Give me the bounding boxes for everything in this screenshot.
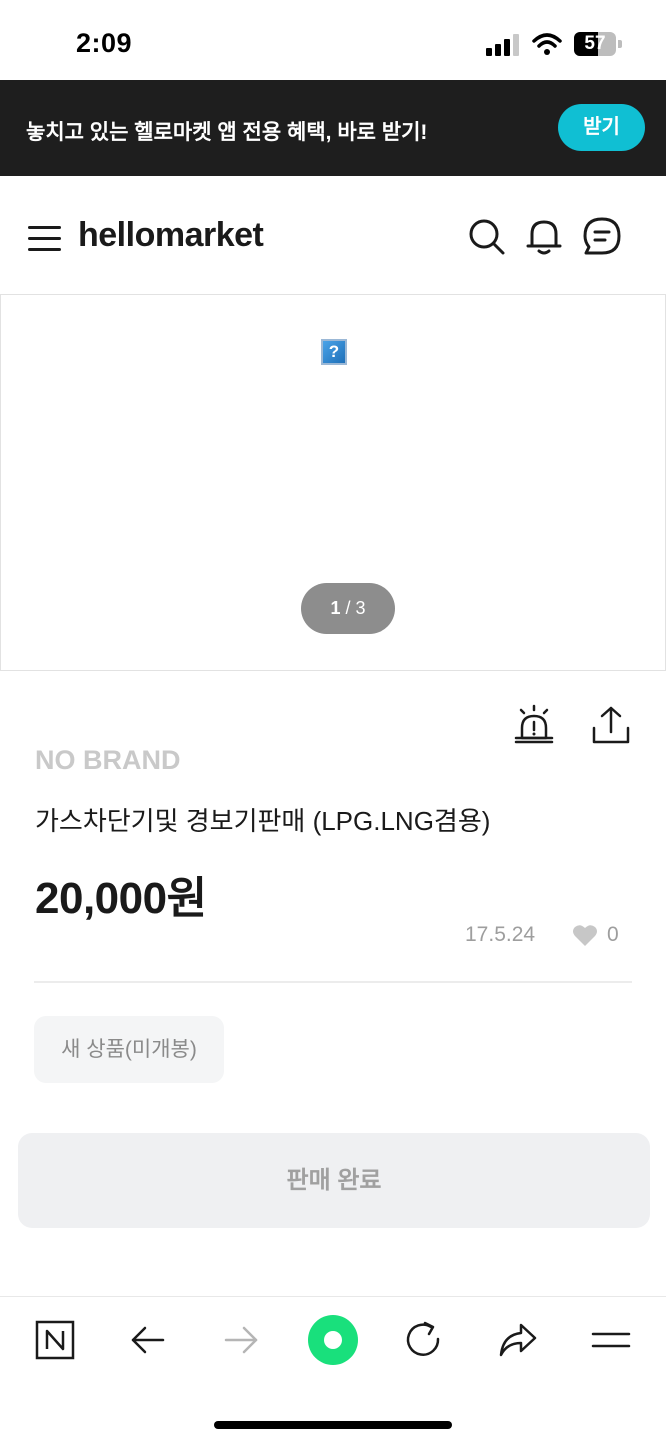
product-price: 20,000원 — [35, 874, 207, 923]
site-header: hellomarket — [0, 176, 666, 294]
green-dot-icon[interactable] — [306, 1313, 360, 1367]
bell-icon[interactable] — [524, 216, 564, 256]
hellomarket-logo[interactable]: hellomarket — [78, 216, 264, 255]
posted-date: 17.5.24 — [465, 923, 536, 946]
condition-tag: 새 상품(미개봉) — [34, 1016, 224, 1083]
battery-icon: 57 — [574, 32, 622, 56]
broken-image-icon: ? — [321, 339, 347, 365]
app-promo-banner[interactable]: 놓치고 있는 헬로마켓 앱 전용 혜택, 바로 받기! 받기 — [0, 80, 666, 176]
forward-arrow-icon — [224, 1326, 258, 1354]
siren-icon[interactable] — [513, 704, 555, 746]
browser-toolbar — [0, 1296, 666, 1440]
pager-current: 1 — [330, 598, 341, 618]
image-pager: 1 / 3 — [301, 583, 395, 634]
divider — [34, 981, 632, 983]
status-bar: 2:09 57 — [0, 0, 666, 80]
wifi-icon — [532, 33, 562, 55]
like-count: 0 — [607, 923, 619, 946]
heart-icon[interactable] — [572, 923, 598, 947]
promo-text: 놓치고 있는 헬로마켓 앱 전용 혜택, 바로 받기! — [26, 121, 428, 144]
pager-separator: / — [340, 598, 356, 618]
hamburger-icon[interactable] — [590, 1319, 632, 1361]
home-indicator — [214, 1421, 452, 1429]
reload-icon[interactable] — [403, 1319, 445, 1361]
status-time: 2:09 — [76, 28, 133, 58]
brand-label[interactable]: NO BRAND — [35, 745, 181, 776]
signal-icon — [486, 34, 520, 56]
share-arrow-icon[interactable] — [497, 1319, 539, 1361]
chat-icon[interactable] — [582, 216, 622, 256]
get-app-button[interactable]: 받기 — [558, 104, 645, 151]
menu-icon[interactable] — [28, 224, 61, 252]
search-icon[interactable] — [466, 216, 506, 256]
battery-level: 57 — [584, 33, 606, 54]
back-arrow-icon[interactable] — [127, 1319, 169, 1361]
product-image-gallery[interactable]: ? 1 / 3 — [0, 294, 666, 671]
pager-total: 3 — [355, 598, 366, 618]
product-title: 가스차단기및 경보기판매 (LPG.LNG겸용) — [35, 806, 491, 836]
sold-out-button[interactable]: 판매 완료 — [18, 1133, 650, 1228]
share-icon[interactable] — [590, 704, 632, 746]
naver-icon[interactable] — [34, 1319, 76, 1361]
